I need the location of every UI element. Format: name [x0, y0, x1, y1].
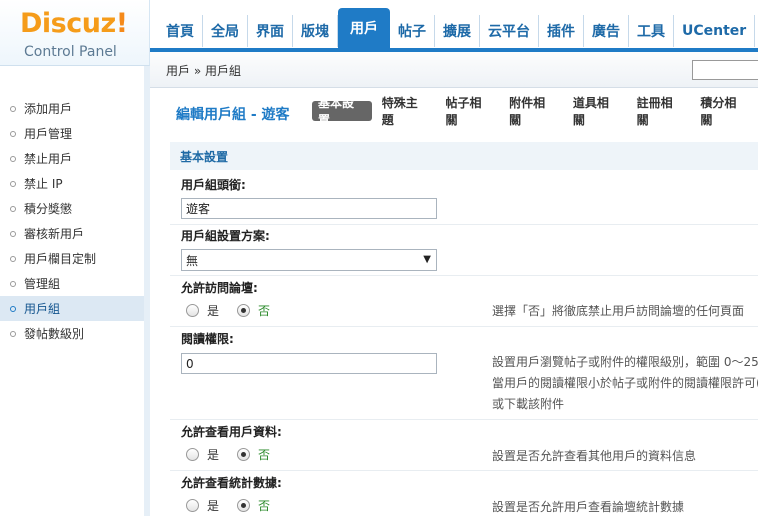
bullet-icon — [10, 130, 16, 137]
view-stats-label: 允許查看統計數據: — [181, 476, 282, 490]
page-title: 編輯用戶組 - 遊客 — [176, 107, 290, 123]
logo-subtitle: Control Panel — [24, 44, 117, 60]
dropdown-arrow-icon: ▼ — [423, 254, 431, 265]
nav-item-5[interactable]: 帖子 — [390, 15, 435, 47]
top-search-input[interactable] — [692, 60, 758, 80]
view-profile-no-radio[interactable] — [237, 448, 251, 461]
settings-tab-3[interactable]: 附件相關 — [503, 96, 563, 127]
nav-item-9[interactable]: 廣告 — [584, 15, 629, 47]
sidebar-item-label: 管理組 — [24, 277, 61, 291]
radio-label-yes: 是 — [207, 499, 220, 513]
read-perm-description-1: 設置用戶瀏覽帖子或附件的權限級別，範圍 0～255 — [492, 355, 758, 369]
view-profile-description: 設置是否允許查看其他用戶的資料信息 — [492, 449, 697, 463]
read-perm-input[interactable]: 0 — [181, 353, 437, 374]
bullet-icon — [10, 330, 16, 337]
allow-visit-radio-group: 是 否 — [186, 302, 288, 319]
sidebar-item-label: 審核新用戶 — [24, 227, 85, 241]
settings-tab-2[interactable]: 帖子相關 — [439, 96, 499, 127]
divider — [170, 470, 758, 471]
settings-tab-6[interactable]: 積分相關 — [694, 96, 754, 127]
nav-item-6[interactable]: 擴展 — [435, 15, 480, 47]
bullet-icon — [10, 155, 16, 162]
sidebar-item-2[interactable]: 禁止用戶 — [0, 146, 144, 171]
nav-item-10[interactable]: 工具 — [629, 15, 674, 47]
sidebar-item-1[interactable]: 用戶管理 — [0, 121, 144, 146]
radio-label-no: 否 — [258, 499, 271, 513]
view-stats-yes-radio[interactable] — [186, 499, 199, 512]
settings-tab-4[interactable]: 道具相關 — [567, 96, 627, 127]
nav-item-4[interactable]: 用戶 — [338, 8, 390, 48]
breadcrumb: 用戶 » 用戶組 — [166, 64, 241, 78]
sidebar-item-label: 積分獎懲 — [24, 202, 73, 216]
view-stats-no-radio[interactable] — [237, 499, 251, 512]
nav-item-1[interactable]: 全局 — [203, 15, 248, 47]
sidebar-item-label: 添加用戶 — [24, 102, 73, 116]
read-perm-description-2: 當用戶的閱讀權限小於帖子或附件的閱讀權限許可( — [492, 376, 758, 390]
section-title: 基本設置 — [170, 142, 758, 170]
bullet-icon — [10, 205, 16, 212]
bullet-icon — [10, 255, 16, 262]
view-profile-yes-radio[interactable] — [186, 448, 199, 461]
sidebar: 添加用戶用戶管理禁止用戶禁止 IP 積分獎懲審核新用戶用戶欄目定制 管理組用戶組發帖… — [0, 66, 150, 516]
sidebar-item-7[interactable]: 管理組 — [0, 271, 144, 296]
settings-tab-0[interactable]: 基本設置 — [312, 96, 372, 127]
read-perm-description-3: 或下載該附件 — [492, 397, 565, 411]
nav-item-0[interactable]: 首頁 — [158, 15, 203, 47]
sidebar-item-6[interactable]: 用戶欄目定制 — [0, 246, 144, 271]
sidebar-item-label: 用戶組 — [24, 302, 61, 316]
sidebar-item-label: 發帖數級別 — [24, 327, 85, 341]
read-perm-label: 閱讀權限: — [181, 332, 234, 346]
nav-item-7[interactable]: 云平台 — [480, 15, 539, 47]
scheme-label: 用戶組設置方案: — [181, 229, 270, 243]
scheme-selected-value: 無 — [186, 253, 199, 268]
radio-label-yes: 是 — [207, 448, 220, 462]
view-profile-label: 允許查看用戶資料: — [181, 425, 282, 439]
allow-visit-no-radio[interactable] — [237, 304, 251, 317]
nav-item-2[interactable]: 界面 — [248, 15, 293, 47]
divider — [170, 326, 758, 327]
breadcrumb-bar: 用戶 » 用戶組 — [150, 48, 758, 88]
sidebar-item-label: 禁止用戶 — [24, 152, 73, 166]
view-stats-radio-group: 是 否 — [186, 497, 288, 514]
main-panel: 編輯用戶組 - 遊客 基本設置 特殊主題 帖子相關 附件相關 道具相關 註冊相關 積分相關 … — [156, 88, 758, 516]
sidebar-list: 添加用戶用戶管理禁止用戶禁止 IP 積分獎懲審核新用戶用戶欄目定制 管理組用戶組發帖… — [0, 66, 144, 346]
bullet-icon — [10, 230, 16, 237]
sidebar-item-label: 用戶管理 — [24, 127, 73, 141]
radio-label-yes: 是 — [207, 304, 220, 318]
sidebar-item-label: 用戶欄目定制 — [24, 252, 97, 266]
sidebar-item-5[interactable]: 審核新用戶 — [0, 221, 144, 246]
bullet-icon — [10, 180, 16, 187]
scheme-select[interactable]: 無 ▼ — [181, 249, 437, 271]
sidebar-item-label: 禁止 IP — [24, 177, 63, 191]
nav-item-3[interactable]: 版塊 — [293, 15, 338, 47]
bullet-icon — [10, 105, 16, 112]
view-stats-description: 設置是否允許用戶查看論壇統計數據 — [492, 500, 685, 514]
sidebar-item-4[interactable]: 積分獎懲 — [0, 196, 144, 221]
top-nav: 首頁 全局 界面 版塊 用戶 帖子 擴展 云平台 插件 廣告 工具 UCenter — [158, 8, 756, 48]
settings-tabs: 基本設置 特殊主題 帖子相關 附件相關 道具相關 註冊相關 積分相關 — [312, 96, 758, 127]
allow-visit-label: 允許訪問論壇: — [181, 281, 258, 295]
divider — [170, 275, 758, 276]
sidebar-item-3[interactable]: 禁止 IP — [0, 171, 144, 196]
allow-visit-description: 選擇「否」將徹底禁止用戶訪問論壇的任何頁面 — [492, 304, 745, 318]
group-title-label: 用戶組頭銜: — [181, 178, 246, 192]
allow-visit-yes-radio[interactable] — [186, 304, 199, 317]
divider — [170, 224, 758, 225]
sidebar-item-0[interactable]: 添加用戶 — [0, 96, 144, 121]
logo[interactable]: Discuz! Control Panel — [0, 0, 150, 66]
bullet-icon — [10, 305, 16, 312]
view-profile-radio-group: 是 否 — [186, 446, 288, 463]
sidebar-item-9[interactable]: 發帖數級別 — [0, 321, 144, 346]
radio-label-no: 否 — [258, 448, 271, 462]
settings-tab-5[interactable]: 註冊相關 — [631, 96, 691, 127]
sidebar-item-8[interactable]: 用戶組 — [0, 296, 144, 321]
nav-item-11[interactable]: UCenter — [674, 15, 756, 47]
group-title-input[interactable]: 遊客 — [181, 198, 437, 219]
settings-tab-1[interactable]: 特殊主題 — [376, 96, 436, 127]
logo-text: Discuz! — [20, 8, 128, 39]
bullet-icon — [10, 280, 16, 287]
radio-label-no: 否 — [258, 304, 271, 318]
nav-item-8[interactable]: 插件 — [539, 15, 584, 47]
divider — [170, 419, 758, 420]
